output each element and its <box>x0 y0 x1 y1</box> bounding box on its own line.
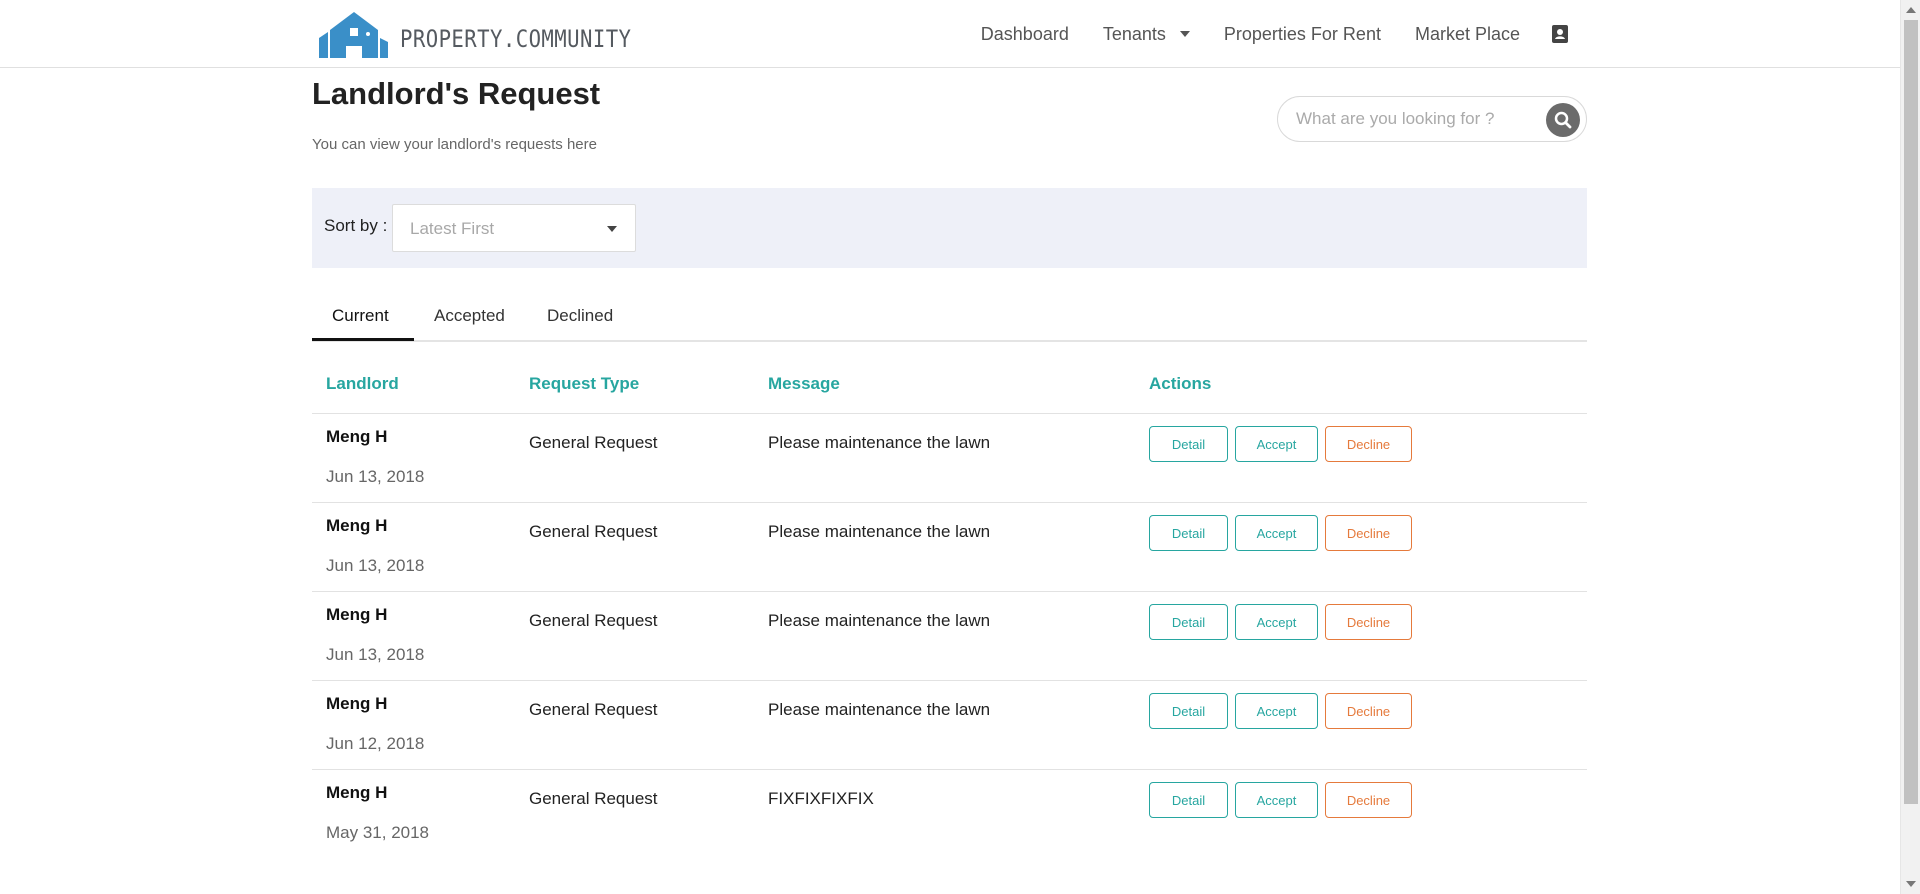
search-icon <box>1554 111 1572 129</box>
row-actions: Detail Accept Decline <box>1149 782 1419 818</box>
brand-logo[interactable]: PROPERTY.COMMUNITY <box>316 6 669 58</box>
decline-button[interactable]: Decline <box>1325 604 1412 640</box>
request-message: FIXFIXFIXFIX <box>768 789 874 808</box>
house-logo-icon <box>319 12 388 58</box>
request-date: Jun 13, 2018 <box>326 556 425 575</box>
scroll-up-arrow-icon[interactable] <box>1906 7 1916 13</box>
row-actions: Detail Accept Decline <box>1149 604 1419 640</box>
column-header-landlord: Landlord <box>326 374 399 393</box>
column-header-request-type: Request Type <box>529 374 640 393</box>
row-actions: Detail Accept Decline <box>1149 515 1419 551</box>
tab-declined[interactable]: Declined <box>547 306 613 342</box>
decline-button[interactable]: Decline <box>1325 515 1412 551</box>
request-type: General Request <box>529 611 658 630</box>
nav-tenants-label: Tenants <box>1102 23 1166 44</box>
decline-button[interactable]: Decline <box>1325 693 1412 729</box>
tab-accepted[interactable]: Accepted <box>434 306 505 342</box>
sort-selected-value: Latest First <box>410 219 495 238</box>
table-row: Meng H Jun 13, 2018 General Request Plea… <box>312 592 1587 681</box>
accept-button[interactable]: Accept <box>1235 693 1318 729</box>
request-type: General Request <box>529 433 658 452</box>
table-row: Meng H May 31, 2018 General Request FIXF… <box>312 770 1587 859</box>
contact-card-icon[interactable] <box>1550 24 1570 44</box>
page-title: Landlord's Request <box>312 76 601 111</box>
column-header-actions: Actions <box>1149 374 1212 393</box>
accept-button[interactable]: Accept <box>1235 515 1318 551</box>
request-type: General Request <box>529 522 658 541</box>
caret-down-icon <box>607 226 617 232</box>
main-nav: Dashboard Tenants Properties For Rent Ma… <box>947 0 1570 68</box>
request-date: Jun 12, 2018 <box>326 734 425 753</box>
table-row: Meng H Jun 12, 2018 General Request Plea… <box>312 681 1587 770</box>
row-actions: Detail Accept Decline <box>1149 693 1419 729</box>
detail-button[interactable]: Detail <box>1149 515 1228 551</box>
nav-dashboard[interactable]: Dashboard <box>981 24 1069 45</box>
landlord-name: Meng H <box>326 427 388 446</box>
page-subtitle: You can view your landlord's requests he… <box>312 136 597 153</box>
nav-properties-label: Properties For Rent <box>1223 23 1381 44</box>
request-date: Jun 13, 2018 <box>326 645 425 664</box>
decline-button[interactable]: Decline <box>1325 782 1412 818</box>
row-actions: Detail Accept Decline <box>1149 426 1419 462</box>
request-date: Jun 13, 2018 <box>326 467 425 486</box>
accept-button[interactable]: Accept <box>1235 604 1318 640</box>
accept-button[interactable]: Accept <box>1235 782 1318 818</box>
landlord-name: Meng H <box>326 516 388 535</box>
nav-properties-for-rent[interactable]: Properties For Rent <box>1224 24 1381 45</box>
request-message: Please maintenance the lawn <box>768 611 991 630</box>
sort-bar: Sort by : Latest First <box>312 188 1587 268</box>
table-row: Meng H Jun 13, 2018 General Request Plea… <box>312 414 1587 503</box>
brand-name: PROPERTY.COMMUNITY <box>400 25 632 53</box>
decline-button[interactable]: Decline <box>1325 426 1412 462</box>
request-type: General Request <box>529 700 658 719</box>
request-date: May 31, 2018 <box>326 823 430 842</box>
requests-table: Landlord Request Type Message Actions Me… <box>312 354 1587 859</box>
caret-down-icon <box>1179 31 1190 37</box>
scrollbar-thumb[interactable] <box>1904 20 1918 804</box>
nav-dashboard-label: Dashboard <box>980 23 1069 44</box>
detail-button[interactable]: Detail <box>1149 426 1228 462</box>
column-header-message: Message <box>768 374 840 393</box>
detail-button[interactable]: Detail <box>1149 693 1228 729</box>
request-message: Please maintenance the lawn <box>768 700 991 719</box>
top-navbar: PROPERTY.COMMUNITY Dashboard Tenants Pro… <box>0 0 1900 68</box>
table-header: Landlord Request Type Message Actions <box>312 354 1587 414</box>
tab-current[interactable]: Current <box>332 306 389 342</box>
sort-label: Sort by : <box>324 216 388 235</box>
page: PROPERTY.COMMUNITY Dashboard Tenants Pro… <box>0 0 1920 894</box>
landlord-name: Meng H <box>326 694 388 713</box>
accept-button[interactable]: Accept <box>1235 426 1318 462</box>
detail-button[interactable]: Detail <box>1149 604 1228 640</box>
request-message: Please maintenance the lawn <box>768 522 991 541</box>
scroll-down-arrow-icon[interactable] <box>1906 881 1916 887</box>
request-message: Please maintenance the lawn <box>768 433 991 452</box>
landlord-name: Meng H <box>326 605 388 624</box>
request-type: General Request <box>529 789 658 808</box>
search-box <box>1277 96 1587 142</box>
active-tab-indicator <box>312 338 414 341</box>
nav-market-place[interactable]: Market Place <box>1415 24 1520 45</box>
table-row: Meng H Jun 13, 2018 General Request Plea… <box>312 503 1587 592</box>
landlord-name: Meng H <box>326 783 388 802</box>
nav-market-place-label: Market Place <box>1414 23 1520 44</box>
nav-tenants[interactable]: Tenants <box>1103 24 1190 45</box>
search-button[interactable] <box>1546 103 1580 137</box>
page-scrollbar[interactable] <box>1900 0 1920 894</box>
request-tabs: Current Accepted Declined <box>312 296 1587 342</box>
sort-select[interactable]: Latest First <box>392 204 636 252</box>
detail-button[interactable]: Detail <box>1149 782 1228 818</box>
search-input[interactable] <box>1278 97 1538 141</box>
